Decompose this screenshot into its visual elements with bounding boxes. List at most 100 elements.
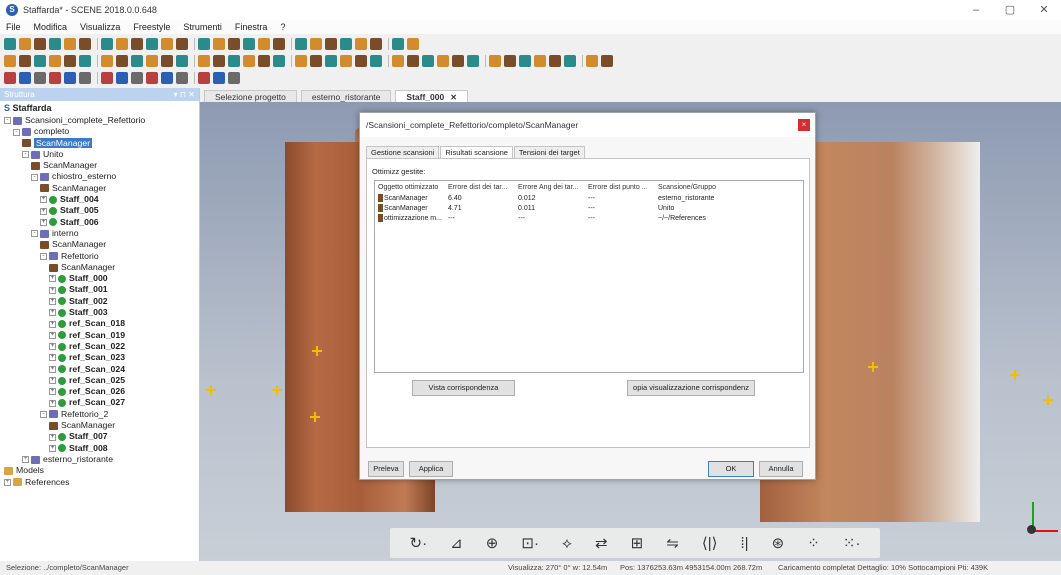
tree-item[interactable]: + ref_Scan_024 [0,364,199,375]
toolbar-button-icon[interactable] [34,72,46,84]
tree-item[interactable]: - Refettorio_2 [0,409,199,420]
toolbar-button-icon[interactable] [370,55,382,67]
tree-item[interactable]: + Staff_006 [0,217,199,228]
expand-toggle-icon[interactable]: + [49,286,56,294]
nav-tool-icon[interactable]: ⊞ [631,534,644,552]
target-marker-icon[interactable] [1010,370,1020,380]
menu-finestra[interactable]: Finestra [235,22,268,32]
annulla-button[interactable]: Annulla [759,461,803,477]
expand-toggle-icon[interactable]: - [40,410,47,418]
tree-item[interactable]: + Staff_000 [0,273,199,284]
tree-item[interactable]: + ref_Scan_022 [0,341,199,352]
toolbar-button-icon[interactable] [228,72,240,84]
tree-item[interactable]: + References [0,477,199,488]
toolbar-button-icon[interactable] [4,38,16,50]
tree-item[interactable]: + Staff_004 [0,194,199,205]
expand-toggle-icon[interactable]: - [22,151,29,159]
tree-item[interactable]: ScanManager [0,420,199,431]
toolbar-button-icon[interactable] [467,55,479,67]
toolbar-button-icon[interactable] [355,55,367,67]
tab-gestione-scansioni[interactable]: Gestione scansioni [366,146,440,158]
expand-toggle-icon[interactable]: + [49,343,56,351]
toolbar-button-icon[interactable] [79,55,91,67]
expand-toggle-icon[interactable]: + [49,444,56,452]
tab-tensioni-target[interactable]: Tensioni dei target [513,146,585,158]
expand-toggle-icon[interactable]: + [40,207,47,215]
toolbar-button-icon[interactable] [310,38,322,50]
expand-toggle-icon[interactable]: + [49,399,56,407]
toolbar-button-icon[interactable] [243,38,255,50]
tree-item[interactable]: - Unito [0,149,199,160]
toolbar-button-icon[interactable] [228,55,240,67]
tree-item[interactable]: + ref_Scan_026 [0,386,199,397]
toolbar-button-icon[interactable] [273,55,285,67]
target-marker-icon[interactable] [310,412,320,422]
toolbar-button-icon[interactable] [392,55,404,67]
tab-risultati-scansione[interactable]: Risultati scansione [440,146,513,158]
panel-controls[interactable]: ▾ ⊓ ✕ [174,90,195,99]
toolbar-button-icon[interactable] [340,55,352,67]
nav-tool-icon[interactable]: ↻· [410,534,428,552]
toolbar-button-icon[interactable] [49,38,61,50]
toolbar-button-icon[interactable] [176,72,188,84]
tree-item[interactable]: - chiostro_esterno [0,171,199,182]
tree-item[interactable]: + Staff_003 [0,307,199,318]
toolbar-button-icon[interactable] [198,72,210,84]
toolbar-button-icon[interactable] [325,55,337,67]
menu-freestyle[interactable]: Freestyle [133,22,170,32]
toolbar-button-icon[interactable] [34,55,46,67]
tree-item[interactable]: + ref_Scan_019 [0,330,199,341]
toolbar-button-icon[interactable] [601,55,613,67]
tree-item[interactable]: ScanManager [0,160,199,171]
toolbar-button-icon[interactable] [176,38,188,50]
toolbar-button-icon[interactable] [213,55,225,67]
results-table[interactable]: Oggetto ottimizzato Errore dist dei tar.… [374,180,804,373]
toolbar-button-icon[interactable] [228,38,240,50]
toolbar-button-icon[interactable] [273,38,285,50]
toolbar-button-icon[interactable] [146,72,158,84]
tree-item[interactable]: ScanManager [0,262,199,273]
toolbar-button-icon[interactable] [340,38,352,50]
toolbar-button-icon[interactable] [325,38,337,50]
expand-toggle-icon[interactable]: + [49,433,56,441]
tab-staff-000[interactable]: Staff_000 ✕ [395,90,468,102]
menu-help[interactable]: ? [280,22,285,32]
tab-esterno-ristorante[interactable]: esterno_ristorante [300,90,392,102]
menu-visualizza[interactable]: Visualizza [80,22,120,32]
toolbar-button-icon[interactable] [64,72,76,84]
dialog-close-button[interactable]: × [798,119,810,131]
target-marker-icon[interactable] [272,385,282,395]
nav-tool-icon[interactable]: ⟡ [562,535,572,552]
expand-toggle-icon[interactable]: + [40,218,47,226]
toolbar-button-icon[interactable] [131,72,143,84]
expand-toggle-icon[interactable]: + [49,297,56,305]
toolbar-button-icon[interactable] [198,38,210,50]
tree-item[interactable]: ScanManager [0,239,199,250]
toolbar-button-icon[interactable] [116,38,128,50]
toolbar-button-icon[interactable] [534,55,546,67]
ok-button[interactable]: OK [708,461,754,477]
toolbar-button-icon[interactable] [549,55,561,67]
target-marker-icon[interactable] [1043,395,1053,405]
expand-toggle-icon[interactable]: + [49,320,56,328]
toolbar-button-icon[interactable] [586,55,598,67]
nav-tool-icon[interactable]: ⁞| [741,535,749,552]
nav-tool-icon[interactable]: ⇋ [666,534,679,552]
toolbar-button-icon[interactable] [4,72,16,84]
expand-toggle-icon[interactable]: + [49,365,56,373]
toolbar-button-icon[interactable] [116,72,128,84]
menu-modifica[interactable]: Modifica [34,22,68,32]
toolbar-button-icon[interactable] [131,55,143,67]
expand-toggle-icon[interactable]: + [49,309,56,317]
expand-toggle-icon[interactable]: - [31,173,38,181]
toolbar-button-icon[interactable] [19,72,31,84]
menu-file[interactable]: File [6,22,21,32]
close-window-button[interactable]: ✕ [1027,0,1061,20]
toolbar-button-icon[interactable] [101,55,113,67]
toolbar-button-icon[interactable] [392,38,404,50]
toolbar-button-icon[interactable] [19,55,31,67]
toolbar-button-icon[interactable] [64,55,76,67]
expand-toggle-icon[interactable]: + [40,196,47,204]
toolbar-button-icon[interactable] [49,72,61,84]
tree-item[interactable]: - interno [0,228,199,239]
